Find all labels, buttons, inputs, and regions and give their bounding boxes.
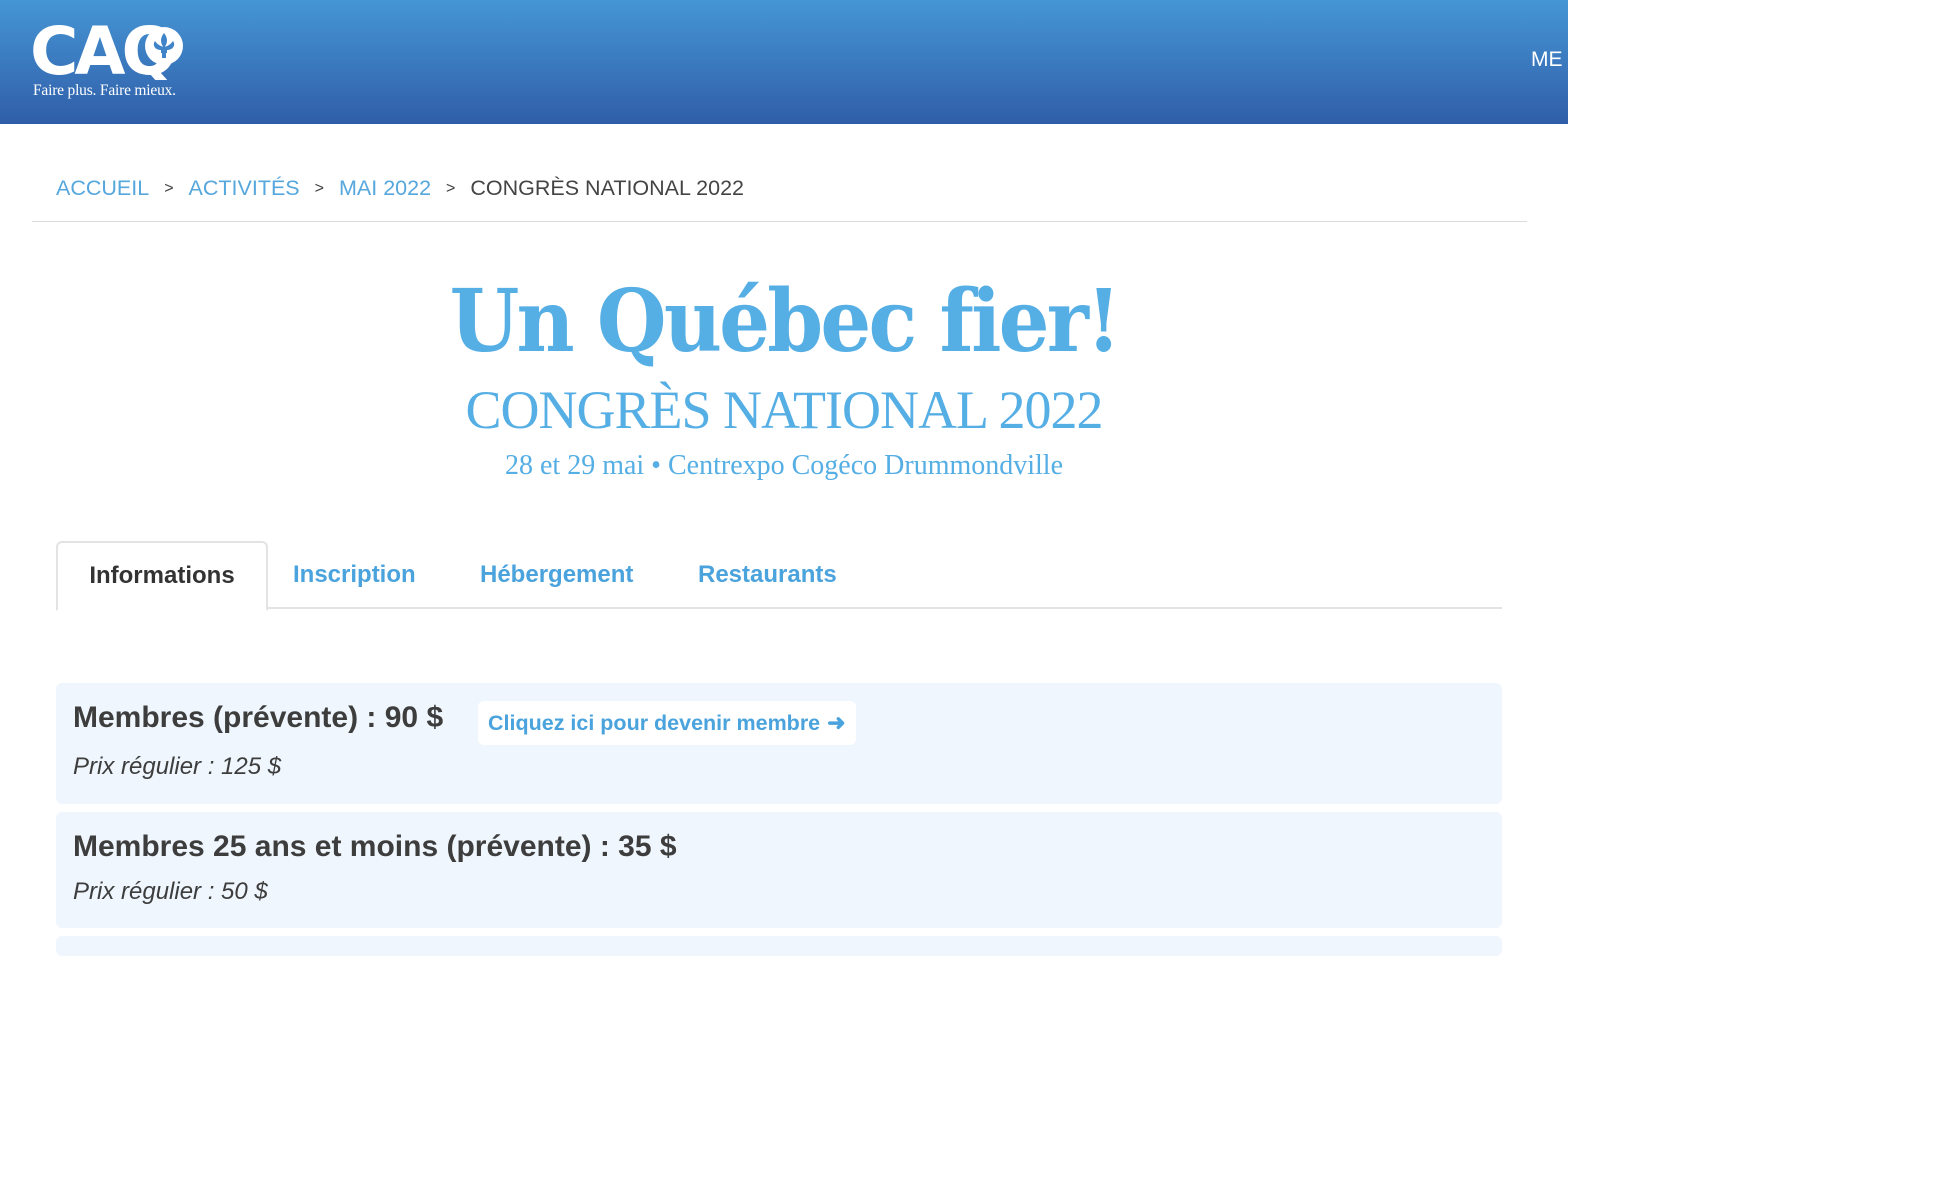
tab-restaurants[interactable]: Restaurants [698, 558, 837, 592]
tab-hebergement[interactable]: Hébergement [480, 558, 633, 592]
regular-price: Prix régulier : 125 $ [73, 753, 282, 780]
breadcrumb-separator: > [446, 179, 456, 197]
regular-price: Prix régulier : 50 $ [73, 878, 268, 905]
tab-informations[interactable]: Informations [56, 541, 268, 611]
tabs-divider [56, 607, 1502, 609]
breadcrumb-separator: > [314, 179, 324, 197]
breadcrumb-link-activites[interactable]: ACTIVITÉS [189, 176, 300, 201]
hero-title: Un Québec fier! [449, 271, 1122, 372]
fleur-de-lis-icon [145, 27, 183, 65]
breadcrumb-current: CONGRÈS NATIONAL 2022 [470, 176, 744, 200]
become-member-label: Cliquez ici pour devenir membre [488, 710, 821, 735]
caq-logo[interactable]: CAQ Faire plus. Faire mieux. [30, 18, 230, 108]
menu-button[interactable]: ME [1531, 48, 1563, 72]
breadcrumb-link-accueil[interactable]: ACCUEIL [56, 176, 149, 201]
price-title: Membres (prévente) : 90 $ [73, 701, 444, 734]
hero-date-location: 28 et 29 mai • Centrexpo Cogéco Drummond… [504, 450, 1064, 481]
divider [32, 221, 1527, 222]
become-member-link[interactable]: Cliquez ici pour devenir membre ➜ [478, 701, 856, 745]
tab-inscription[interactable]: Inscription [293, 558, 416, 592]
arrow-right-icon: ➜ [827, 710, 846, 735]
breadcrumb-separator: > [164, 179, 174, 197]
logo-tagline: Faire plus. Faire mieux. [33, 82, 176, 99]
breadcrumb-link-mai-2022[interactable]: MAI 2022 [339, 176, 431, 201]
hero-subtitle: CONGRÈS NATIONAL 2022 [465, 380, 1104, 440]
price-card-partial [56, 936, 1502, 956]
site-header: CAQ Faire plus. Faire mieux. ME [0, 0, 1568, 124]
price-title: Membres 25 ans et moins (prévente) : 35 … [73, 830, 677, 863]
breadcrumb: ACCUEIL > ACTIVITÉS > MAI 2022 > CONGRÈS… [56, 176, 744, 201]
price-card-youth: Membres 25 ans et moins (prévente) : 35 … [56, 812, 1502, 928]
price-card-members: Membres (prévente) : 90 $ Cliquez ici po… [56, 683, 1502, 804]
